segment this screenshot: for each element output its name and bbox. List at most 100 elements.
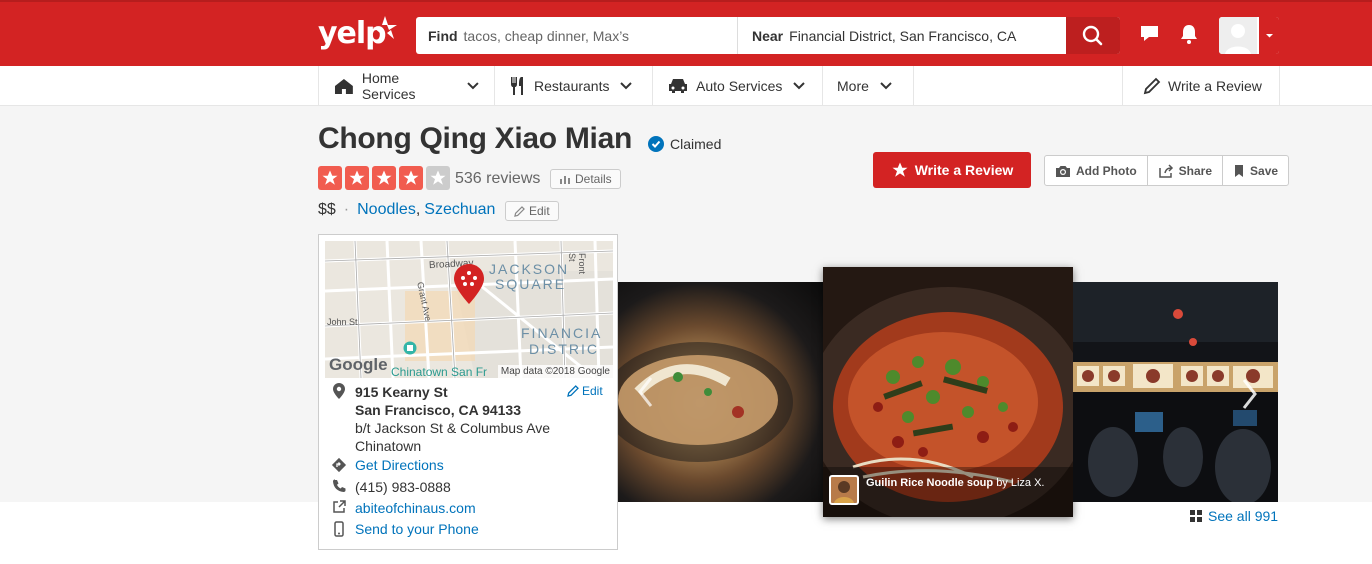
near-input[interactable]: Financial District, San Francisco, CA xyxy=(789,28,1016,44)
bell-icon xyxy=(1181,25,1197,44)
find-input[interactable]: tacos, cheap dinner, Max’s xyxy=(464,28,630,44)
star-empty-icon xyxy=(426,166,450,190)
add-photo-button[interactable]: Add Photo xyxy=(1045,156,1148,185)
star-icon xyxy=(372,166,396,190)
find-field[interactable]: Find tacos, cheap dinner, Max’s xyxy=(416,17,738,54)
map-label-district: DISTRIC xyxy=(529,341,599,357)
star-icon xyxy=(345,166,369,190)
directions-icon xyxy=(329,457,349,473)
google-logo: Google xyxy=(329,355,388,374)
yelp-burst-icon xyxy=(370,14,400,51)
category-separator: , xyxy=(415,201,421,218)
pencil-icon xyxy=(514,205,525,217)
photo-main[interactable]: Guilin Rice Noodle soup by Liza X. xyxy=(823,267,1073,517)
address-block: 915 Kearny St San Francisco, CA 94133 b/… xyxy=(329,383,550,455)
map-label-front-st: Front St xyxy=(567,253,587,275)
get-directions-row[interactable]: Get Directions xyxy=(329,457,444,473)
star-rating xyxy=(318,166,453,190)
place-marker-icon xyxy=(403,341,417,355)
edit-address-button[interactable]: Edit xyxy=(567,384,603,398)
map-label-john-st: John St xyxy=(327,317,358,327)
share-label: Share xyxy=(1178,163,1213,178)
pencil-icon xyxy=(567,385,579,397)
chevron-down-icon xyxy=(620,82,633,90)
top-header: yelp Find tacos, cheap dinner, Max’s Nea… xyxy=(0,0,1372,66)
chevron-down-icon[interactable] xyxy=(1258,17,1279,54)
nav-more-label: More xyxy=(837,78,869,94)
category-nav: Home Services Restaurants Auto Services … xyxy=(0,66,1372,106)
get-directions-link[interactable]: Get Directions xyxy=(355,457,444,473)
phone-icon xyxy=(329,479,349,495)
pencil-icon xyxy=(1143,77,1161,95)
edit-categories-button[interactable]: Edit xyxy=(505,201,559,221)
details-button[interactable]: Details xyxy=(550,169,621,189)
photo-caption-author[interactable]: by Liza X. xyxy=(996,477,1044,489)
bookmark-icon xyxy=(1235,164,1244,177)
reviewer-avatar[interactable] xyxy=(829,475,859,505)
search-button[interactable] xyxy=(1066,17,1120,54)
save-label: Save xyxy=(1250,163,1279,178)
photo-caption-title[interactable]: Guilin Rice Noodle soup xyxy=(866,477,993,489)
address-street: 915 Kearny St xyxy=(355,384,448,400)
map-label-jackson: JACKSON xyxy=(489,261,570,277)
mobile-phone-icon xyxy=(329,521,349,537)
static-map[interactable]: Broadway JACKSON SQUARE Front St Grant A… xyxy=(325,241,613,378)
review-count[interactable]: 536 reviews xyxy=(455,170,540,188)
messages-button[interactable] xyxy=(1138,22,1162,46)
map-address-card: Broadway JACKSON SQUARE Front St Grant A… xyxy=(318,234,618,550)
chevron-right-icon[interactable] xyxy=(1239,376,1259,412)
write-review-button[interactable]: Write a Review xyxy=(873,152,1031,188)
yelp-logo[interactable]: yelp xyxy=(318,16,400,56)
send-to-phone-row[interactable]: Send to your Phone xyxy=(329,521,479,537)
address-city: San Francisco, CA 94133 xyxy=(355,402,522,418)
nav-auto-services[interactable]: Auto Services xyxy=(652,66,822,106)
action-buttons: Add Photo Share Save xyxy=(1044,155,1290,186)
edit-label: Edit xyxy=(529,204,550,218)
user-menu[interactable] xyxy=(1219,17,1279,54)
notifications-button[interactable] xyxy=(1177,22,1201,46)
claimed-badge[interactable]: Claimed xyxy=(648,136,721,152)
nav-write-review[interactable]: Write a Review xyxy=(1122,66,1280,106)
chevron-down-icon xyxy=(793,82,806,90)
nav-home-services-label: Home Services xyxy=(361,70,416,102)
search-icon xyxy=(1082,25,1103,46)
neighborhood: Chinatown xyxy=(355,438,422,454)
nav-more[interactable]: More xyxy=(822,66,914,106)
bar-chart-icon xyxy=(560,176,570,184)
find-label: Find xyxy=(428,27,458,44)
phone-number: (415) 983-0888 xyxy=(355,479,451,495)
star-icon xyxy=(318,166,342,190)
star-icon xyxy=(892,162,908,177)
speech-bubble-icon xyxy=(1141,26,1158,41)
share-button[interactable]: Share xyxy=(1148,156,1224,185)
map-label-financial: FINANCIA xyxy=(521,325,603,341)
cross-streets: b/t Jackson St & Columbus Ave xyxy=(355,420,551,436)
house-icon xyxy=(334,79,353,94)
camera-icon xyxy=(1056,165,1070,177)
map-attribution: Map data ©2018 Google xyxy=(497,365,613,378)
avatar xyxy=(1219,17,1257,54)
photo-right[interactable] xyxy=(1073,282,1278,502)
chevron-left-icon[interactable] xyxy=(636,374,656,410)
category-link-szechuan[interactable]: Szechuan xyxy=(424,201,495,219)
nav-restaurants[interactable]: Restaurants xyxy=(494,66,652,106)
category-link-noodles[interactable]: Noodles xyxy=(357,201,416,219)
price-categories: $$ · Noodles, Szechuan xyxy=(318,201,495,219)
website-row[interactable]: abiteofchinaus.com xyxy=(329,500,476,516)
photo-left[interactable] xyxy=(618,282,823,502)
verified-check-icon xyxy=(648,136,664,152)
website-link[interactable]: abiteofchinaus.com xyxy=(355,500,476,516)
write-review-label: Write a Review xyxy=(914,162,1014,178)
see-all-photos-link[interactable]: See all 991 xyxy=(1190,508,1278,524)
save-button[interactable]: Save xyxy=(1223,156,1288,185)
chevron-down-icon xyxy=(467,82,479,90)
map-label-chinatown: Chinatown San Fr xyxy=(391,365,488,378)
nav-home-services[interactable]: Home Services xyxy=(318,66,494,106)
chevron-down-icon xyxy=(880,82,892,90)
near-field[interactable]: Near Financial District, San Francisco, … xyxy=(738,17,1120,54)
phone-row: (415) 983-0888 xyxy=(329,479,451,495)
map-pin-icon xyxy=(454,264,484,304)
share-icon xyxy=(1158,163,1173,178)
send-to-phone-link[interactable]: Send to your Phone xyxy=(355,521,479,537)
external-link-icon xyxy=(329,500,349,516)
